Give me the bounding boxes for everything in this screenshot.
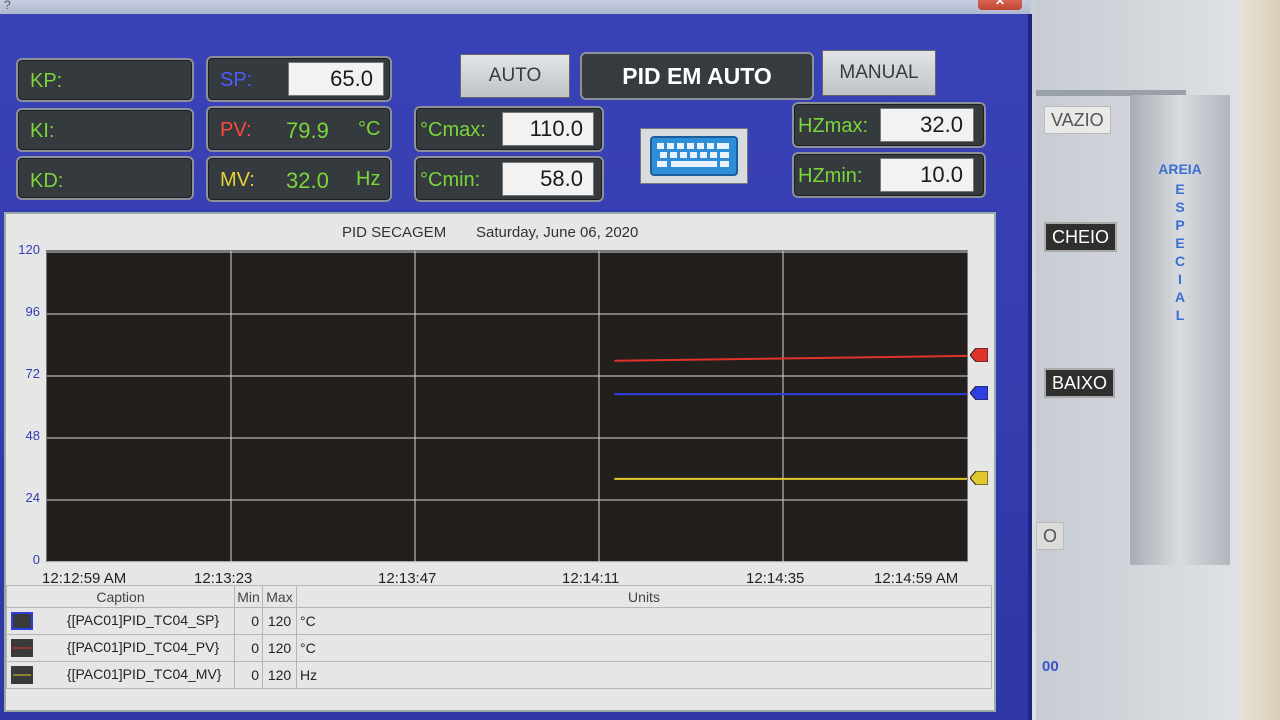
silo-letter: L: [1175, 307, 1185, 323]
y-tick-label: 0: [32, 552, 40, 567]
mv-box: MV: 32.0 Hz: [206, 156, 392, 202]
silo-letter: S: [1175, 199, 1185, 215]
hzmax-input[interactable]: 32.0: [880, 108, 974, 142]
mv-unit: Hz: [356, 168, 381, 190]
mv-label: MV:: [220, 169, 255, 191]
scada-screen: ? ✕ KP: KI: KD: SP: 65.0 PV: 79.9 °C MV:…: [0, 0, 1280, 720]
cmin-box: °Cmin: 58.0: [414, 156, 604, 202]
pid-mode-status: PID EM AUTO: [580, 52, 814, 100]
series-marker[interactable]: [969, 385, 989, 401]
level-vazio: VAZIO: [1044, 106, 1111, 134]
level-cheio: CHEIO: [1044, 222, 1118, 252]
cmin-label: °Cmin:: [420, 169, 481, 191]
legend-caption: {[PAC01]PID_TC04_SP}: [66, 611, 220, 628]
trend-chart: PID SECAGEM Saturday, June 06, 2020 120 9…: [4, 212, 996, 712]
pv-unit: °C: [358, 118, 381, 140]
silo-letter: C: [1174, 253, 1186, 269]
ki-label: KI:: [30, 120, 55, 142]
hzmin-input[interactable]: 10.0: [880, 158, 974, 192]
kd-label: KD:: [30, 170, 64, 192]
sp-label: SP:: [220, 69, 253, 91]
legend-header-max: Max: [262, 585, 297, 608]
cmax-box: °Cmax: 110.0: [414, 106, 604, 152]
cmax-input[interactable]: 110.0: [502, 112, 594, 146]
chart-date: Saturday, June 06, 2020: [476, 224, 639, 241]
legend-min: 0: [234, 661, 263, 689]
y-tick-label: 72: [25, 366, 40, 381]
keyboard-icon: [650, 136, 738, 176]
manual-button[interactable]: MANUAL: [822, 50, 936, 96]
legend-min: 0: [234, 607, 263, 635]
sp-box: SP: 65.0: [206, 56, 392, 102]
pid-panel: KP: KI: KD: SP: 65.0 PV: 79.9 °C MV: 32.…: [0, 14, 1032, 720]
mv-value: 32.0: [286, 168, 329, 193]
legend-unit: Hz: [296, 661, 992, 689]
legend-row[interactable]: {[PAC01]PID_TC04_PV} 0 120 °C: [6, 634, 992, 662]
help-mark[interactable]: ?: [4, 0, 11, 12]
window-title-bar: ?: [0, 0, 1030, 14]
plot-svg: [47, 251, 969, 563]
series-line: [614, 354, 968, 362]
legend-header-caption: Caption: [6, 585, 235, 608]
legend-unit: °C: [296, 634, 992, 662]
keyboard-button[interactable]: [640, 128, 748, 184]
legend-caption: {[PAC01]PID_TC04_PV}: [66, 638, 220, 655]
legend-max: 120: [262, 661, 297, 689]
silo-letter: E: [1175, 235, 1185, 251]
kp-label: KP:: [30, 70, 63, 92]
pv-box: PV: 79.9 °C: [206, 106, 392, 152]
hzmin-label: HZmin:: [798, 165, 863, 187]
hzmax-label: HZmax:: [798, 115, 868, 137]
ki-box: KI:: [16, 108, 194, 152]
y-tick-label: 96: [25, 304, 40, 319]
partial-label-00: 00: [1042, 658, 1059, 675]
kp-box: KP:: [16, 58, 194, 102]
chart-title: PID SECAGEM: [342, 224, 447, 241]
series-swatch-sp: [11, 612, 33, 631]
silo-label: AREIA: [1158, 161, 1202, 177]
kd-box: KD:: [16, 156, 194, 200]
sp-input[interactable]: 65.0: [288, 62, 384, 96]
cmax-label: °Cmax:: [420, 119, 486, 141]
hzmax-box: HZmax: 32.0: [792, 102, 986, 148]
series-marker[interactable]: [969, 470, 989, 486]
silo-letter: E: [1175, 181, 1185, 197]
silo-letter: A: [1174, 289, 1186, 305]
legend-max: 120: [262, 607, 297, 635]
legend-min: 0: [234, 634, 263, 662]
pv-label: PV:: [220, 119, 252, 141]
partial-label-o: O: [1036, 522, 1065, 550]
legend-header-units: Units: [296, 585, 992, 608]
cmin-input[interactable]: 58.0: [502, 162, 594, 196]
legend-max: 120: [262, 634, 297, 662]
silo-letter: I: [1178, 271, 1182, 287]
plot-area[interactable]: [46, 250, 969, 563]
hzmin-box: HZmin: 10.0: [792, 152, 986, 198]
legend-caption: {[PAC01]PID_TC04_MV}: [66, 665, 222, 682]
legend-unit: °C: [296, 607, 992, 635]
y-tick-label: 48: [25, 428, 40, 443]
silo-letters: ESPECIAL: [1170, 180, 1190, 324]
legend-row[interactable]: {[PAC01]PID_TC04_SP} 0 120 °C: [6, 607, 992, 635]
y-tick-label: 24: [25, 490, 40, 505]
monitor-bezel: [1240, 0, 1280, 720]
legend-table: Caption Min Max Units {[PAC01]PID_TC04_S…: [6, 585, 992, 689]
legend-row[interactable]: {[PAC01]PID_TC04_MV} 0 120 Hz: [6, 661, 992, 689]
series-marker[interactable]: [969, 347, 989, 363]
close-icon: ✕: [995, 0, 1006, 8]
close-button[interactable]: ✕: [978, 0, 1022, 10]
pv-value: 79.9: [286, 118, 329, 143]
series-swatch-pv: [11, 639, 33, 658]
level-baixo: BAIXO: [1044, 368, 1116, 398]
series-swatch-mv: [11, 666, 33, 685]
legend-header-min: Min: [234, 585, 263, 608]
silo-letter: P: [1175, 217, 1185, 233]
auto-button[interactable]: AUTO: [460, 54, 570, 98]
y-tick-label: 120: [18, 242, 40, 257]
